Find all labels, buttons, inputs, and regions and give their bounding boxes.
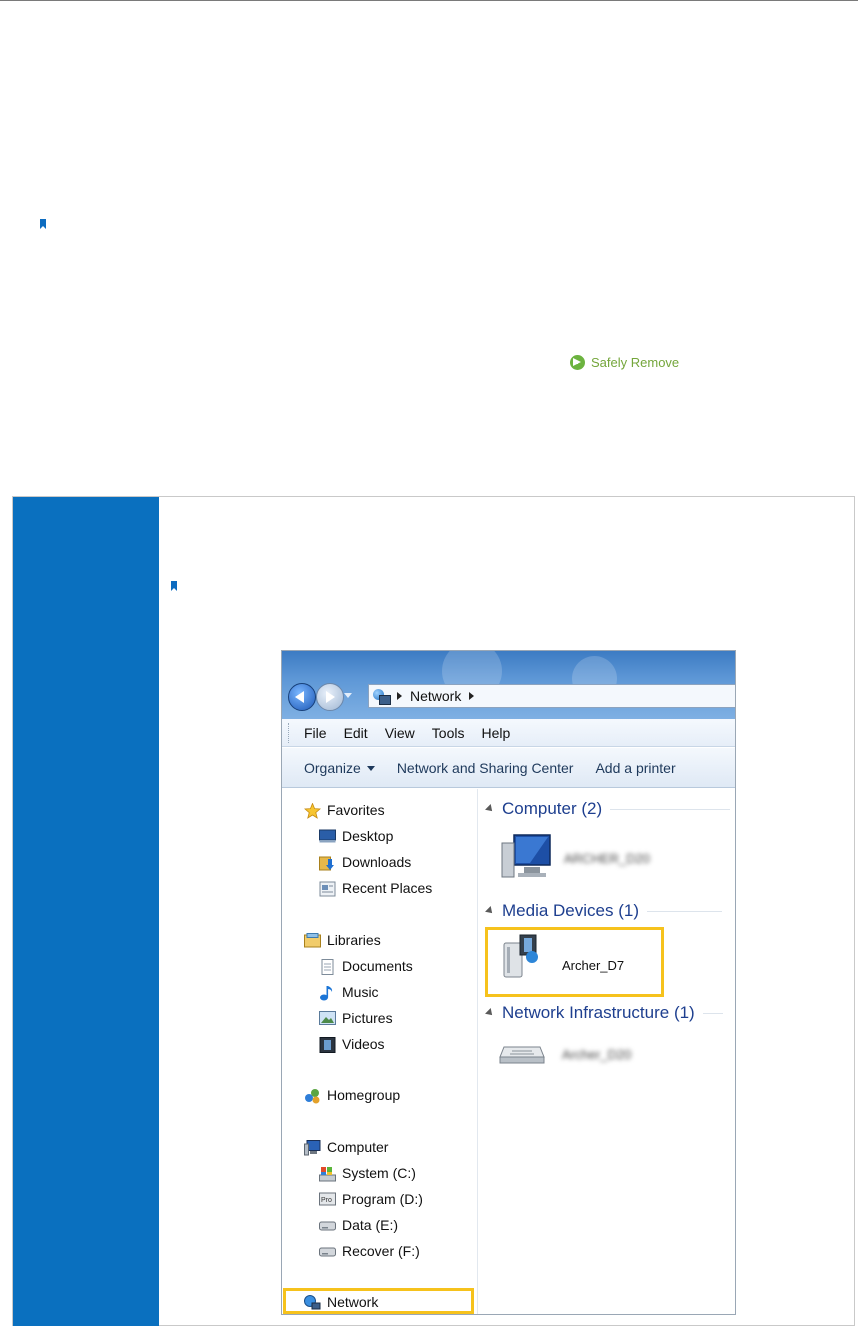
nav-homegroup[interactable]: Homegroup: [304, 1087, 400, 1103]
libraries-icon: [304, 932, 321, 948]
breadcrumb-network[interactable]: Network: [410, 688, 461, 704]
nav-drive-program[interactable]: Pro Program (D:): [319, 1191, 423, 1207]
recent-places-icon: [319, 881, 336, 896]
toolbar-grip: [288, 723, 291, 743]
router-device-name[interactable]: Archer_D20: [562, 1047, 631, 1062]
group-header-network-infrastructure[interactable]: Network Infrastructure (1): [485, 1003, 723, 1023]
menu-view[interactable]: View: [385, 725, 415, 741]
network-sharing-center-button[interactable]: Network and Sharing Center: [397, 760, 574, 776]
nav-computer[interactable]: Computer: [304, 1139, 388, 1155]
group-divider: [647, 910, 722, 912]
forward-button[interactable]: [316, 683, 344, 711]
nav-favorites[interactable]: Favorites: [304, 801, 385, 819]
nav-music[interactable]: Music: [319, 984, 379, 1000]
network-icon: [373, 689, 391, 705]
group-divider: [702, 1012, 723, 1014]
bookmark-icon: [40, 219, 46, 229]
computer-device-name[interactable]: ARCHER_D20: [564, 851, 650, 866]
recent-pages-dropdown[interactable]: [344, 693, 352, 698]
documents-icon: [319, 958, 336, 975]
organize-button[interactable]: Organize: [304, 760, 375, 776]
drive-icon: [319, 1218, 336, 1233]
router-icon[interactable]: [498, 1041, 546, 1070]
menu-help[interactable]: Help: [481, 725, 510, 741]
collapse-arrow-icon[interactable]: [485, 906, 495, 916]
collapse-arrow-icon[interactable]: [485, 804, 495, 814]
nav-pictures[interactable]: Pictures: [319, 1010, 393, 1026]
safely-remove-label: Safely Remove: [591, 355, 680, 370]
downloads-folder-icon: [319, 855, 336, 870]
nav-libraries[interactable]: Libraries: [304, 932, 381, 948]
group-header-computer[interactable]: Computer (2): [485, 799, 731, 819]
caret-down-icon: [366, 766, 375, 772]
nav-desktop[interactable]: Desktop: [319, 828, 393, 844]
title-bar: Network: [282, 651, 735, 719]
collapse-arrow-icon[interactable]: [485, 1008, 495, 1018]
menu-edit[interactable]: Edit: [344, 725, 368, 741]
group-header-media-devices[interactable]: Media Devices (1): [485, 901, 722, 921]
star-icon: [304, 801, 321, 819]
nav-recent-places[interactable]: Recent Places: [319, 880, 432, 896]
menu-bar: File Edit View Tools Help: [282, 719, 735, 747]
tips-sidebar: [13, 497, 159, 1326]
menu-tools[interactable]: Tools: [432, 725, 465, 741]
command-bar: Organize Network and Sharing Center Add …: [282, 748, 735, 788]
music-icon: [319, 985, 336, 1000]
nav-drive-recover[interactable]: Recover (F:): [319, 1243, 420, 1259]
chevron-right-icon[interactable]: [469, 692, 475, 700]
nav-videos[interactable]: Videos: [319, 1036, 385, 1053]
safely-remove-button[interactable]: Safely Remove: [570, 355, 679, 370]
arrow-right-circle-icon: [570, 355, 585, 370]
menu-file[interactable]: File: [304, 725, 327, 741]
nav-downloads[interactable]: Downloads: [319, 854, 411, 870]
content-pane: Computer (2) ARCHER_D20 Media Devices (1…: [478, 789, 735, 1314]
explorer-window: Network File Edit View Tools Help Organi…: [281, 650, 736, 1315]
computer-device-icon[interactable]: [500, 833, 552, 884]
desktop-icon: [319, 829, 336, 844]
highlight-network-nav: [283, 1288, 474, 1314]
nav-drive-system[interactable]: System (C:): [319, 1165, 416, 1181]
videos-icon: [319, 1036, 336, 1053]
add-printer-button[interactable]: Add a printer: [595, 760, 675, 776]
program-drive-icon: Pro: [319, 1192, 336, 1207]
system-drive-icon: [319, 1166, 336, 1181]
nav-documents[interactable]: Documents: [319, 958, 413, 975]
svg-text:Pro: Pro: [321, 1197, 332, 1204]
navigation-pane: Favorites Desktop Downloads Recent Place…: [282, 789, 478, 1314]
address-bar[interactable]: Network: [368, 684, 735, 708]
highlight-media-device: [485, 927, 664, 997]
homegroup-icon: [304, 1088, 321, 1103]
pictures-icon: [319, 1010, 336, 1026]
chevron-right-icon[interactable]: [397, 692, 402, 700]
computer-icon: [304, 1139, 321, 1155]
nav-drive-data[interactable]: Data (E:): [319, 1217, 398, 1233]
group-divider: [610, 808, 731, 810]
back-button[interactable]: [288, 683, 316, 711]
drive-icon: [319, 1244, 336, 1259]
page-top-rule: [0, 0, 858, 1]
